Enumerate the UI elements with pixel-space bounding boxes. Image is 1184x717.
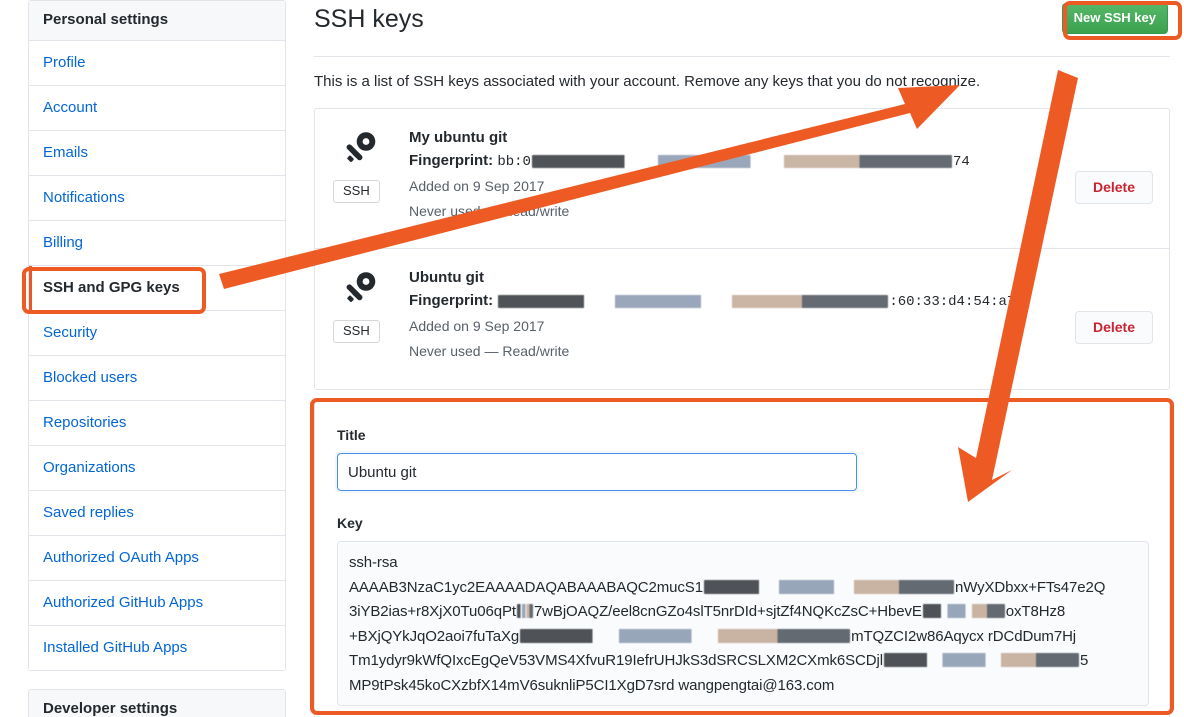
- key-line-redaction: [883, 653, 1079, 667]
- key-details: Ubuntu git Fingerprint: :60:33:d4:54:a7 …: [409, 265, 1043, 375]
- delete-button[interactable]: Delete: [1074, 171, 1153, 204]
- key-line: MP9tPsk45koCXzbfX14mV6suknliP5CI1XgD7srd…: [349, 674, 1137, 699]
- page-title: SSH keys: [314, 5, 424, 33]
- key-line-suffix: mTQZCI2w86Aqycx rDCdDum7Hj: [851, 627, 1077, 645]
- key-fingerprint: Fingerprint: :60:33:d4:54:a7: [409, 289, 1043, 314]
- ssh-key-list: SSH My ubuntu git Fingerprint: bb:0 74 Ad…: [314, 108, 1170, 390]
- key-line: AAAAB3NzaC1yc2EAAAADAQABAAABAQC2mucS1 nWy…: [349, 576, 1137, 601]
- sidebar-item-billing[interactable]: Billing: [29, 221, 285, 266]
- key-title: My ubuntu git: [409, 129, 508, 146]
- main-content: SSH keys New SSH key This is a list of S…: [314, 0, 1170, 717]
- page-header: SSH keys New SSH key: [314, 0, 1170, 57]
- key-badge-column: SSH: [333, 265, 409, 375]
- sidebar-header-developer: Developer settings: [29, 690, 285, 717]
- sidebar-item-label: Account: [43, 99, 98, 116]
- sidebar-item-emails[interactable]: Emails: [29, 131, 285, 176]
- key-badge-column: SSH: [333, 125, 409, 234]
- sidebar-item-authorized-github-apps[interactable]: Authorized GitHub Apps: [29, 581, 285, 626]
- ssh-badge: SSH: [333, 180, 380, 203]
- sidebar-item-label: Billing: [43, 234, 84, 251]
- sidebar-item-label: Saved replies: [43, 504, 134, 521]
- key-usage-status: Never used — Read/write: [409, 203, 570, 219]
- key-line: Tm1ydyr9kWfQIxcEgQeV53VMS4XfvuR19IefrUHJ…: [349, 649, 1137, 674]
- fingerprint-suffix: :60:33:d4:54:a7: [889, 294, 1016, 310]
- ssh-key-row: SSH Ubuntu git Fingerprint: :60:33:d4:54…: [315, 249, 1169, 389]
- key-line-mid: 7wBjOAQZ/eel8cnGZo4slT5nrDId+sjtZf4NQKcZ…: [533, 603, 922, 620]
- key-line-prefix: AAAAB3NzaC1yc2EAAAADAQABAAABAQC2mucS1: [349, 578, 703, 596]
- fingerprint-suffix: 74: [952, 154, 970, 170]
- ssh-badge: SSH: [333, 320, 380, 343]
- key-line-redaction: [703, 579, 954, 594]
- key-line-suffix: 5: [1079, 652, 1089, 669]
- page-description: This is a list of SSH keys associated wi…: [314, 73, 981, 90]
- fingerprint-redaction: [498, 294, 889, 308]
- personal-settings-card: Personal settings Profile Account Emails…: [28, 0, 286, 671]
- key-line-prefix: 3iYB2ias+r8XjX0Tu06qPt: [349, 603, 516, 620]
- sidebar-item-profile[interactable]: Profile: [29, 41, 285, 86]
- sidebar-item-label: Authorized GitHub Apps: [43, 594, 204, 611]
- sidebar-item-security[interactable]: Security: [29, 311, 285, 356]
- sidebar-item-authorized-oauth-apps[interactable]: Authorized OAuth Apps: [29, 536, 285, 581]
- sidebar-item-label: Installed GitHub Apps: [43, 639, 188, 656]
- key-line-redaction: [520, 628, 851, 643]
- delete-button[interactable]: Delete: [1074, 311, 1153, 344]
- fingerprint-label: Fingerprint:: [409, 292, 494, 309]
- key-line: +BXjQYkJqO2aoi7fuTaXg mTQZCI2w86Aqycx rDC…: [349, 625, 1137, 650]
- sidebar-item-organizations[interactable]: Organizations: [29, 446, 285, 491]
- new-ssh-key-button[interactable]: New SSH key: [1061, 3, 1168, 34]
- sidebar-item-label: Organizations: [43, 459, 136, 476]
- key-line-redaction: [922, 604, 1005, 618]
- key-line-suffix: oxT8Hz8: [1005, 603, 1066, 620]
- key-line-suffix: nWyXDbxx+FTs47e2Q: [954, 578, 1106, 596]
- new-ssh-key-form: Title Key ssh-rsa AAAAB3NzaC1yc2EAAAADAQ…: [314, 400, 1170, 717]
- key-line: 3iYB2ias+r8XjX0Tu06qPt 7wBjOAQZ/eel8cnGZo…: [349, 600, 1137, 625]
- sidebar-item-repositories[interactable]: Repositories: [29, 401, 285, 446]
- settings-sidebar: Personal settings Profile Account Emails…: [28, 0, 286, 717]
- sidebar-item-label: Notifications: [43, 189, 125, 206]
- sidebar-item-label: Authorized OAuth Apps: [43, 549, 199, 566]
- title-field-label: Title: [337, 427, 366, 443]
- sidebar-item-label: Emails: [43, 144, 89, 161]
- sidebar-item-blocked-users[interactable]: Blocked users: [29, 356, 285, 401]
- sidebar-item-account[interactable]: Account: [29, 86, 285, 131]
- key-added-date: Added on 9 Sep 2017: [409, 318, 545, 334]
- key-line-prefix: +BXjQYkJqO2aoi7fuTaXg: [349, 627, 520, 645]
- key-icon: [339, 129, 409, 174]
- sidebar-item-saved-replies[interactable]: Saved replies: [29, 491, 285, 536]
- key-textarea[interactable]: ssh-rsa AAAAB3NzaC1yc2EAAAADAQABAAABAQC2…: [337, 541, 1149, 706]
- sidebar-item-label: SSH and GPG keys: [43, 279, 180, 296]
- title-input[interactable]: [337, 453, 857, 491]
- key-actions: Delete: [1043, 265, 1153, 375]
- key-title: Ubuntu git: [409, 269, 484, 286]
- sidebar-item-label: Profile: [43, 54, 86, 71]
- key-usage-status: Never used — Read/write: [409, 343, 570, 359]
- sidebar-item-label: Repositories: [43, 414, 127, 431]
- fingerprint-redaction: [531, 154, 952, 168]
- fingerprint-label: Fingerprint:: [409, 152, 494, 169]
- ssh-key-row: SSH My ubuntu git Fingerprint: bb:0 74 Ad…: [315, 109, 1169, 249]
- key-fingerprint: Fingerprint: bb:0 74: [409, 149, 1043, 174]
- key-line-text: MP9tPsk45koCXzbfX14mV6suknliP5CI1XgD7srd…: [349, 676, 835, 694]
- sidebar-header-personal: Personal settings: [29, 1, 285, 41]
- key-added-date: Added on 9 Sep 2017: [409, 178, 545, 194]
- key-line-prefix: Tm1ydyr9kWfQIxcEgQeV53VMS4XfvuR19IefrUHJ…: [349, 652, 883, 669]
- developer-settings-card: Developer settings: [28, 689, 286, 717]
- key-line: ssh-rsa: [349, 551, 1137, 576]
- sidebar-item-notifications[interactable]: Notifications: [29, 176, 285, 221]
- fingerprint-prefix: bb:0: [497, 154, 531, 170]
- sidebar-item-ssh-and-gpg-keys[interactable]: SSH and GPG keys: [29, 266, 285, 311]
- sidebar-item-label: Blocked users: [43, 369, 138, 386]
- page-root: Personal settings Profile Account Emails…: [0, 0, 1184, 717]
- sidebar-item-label: Security: [43, 324, 98, 341]
- key-icon: [339, 269, 409, 314]
- key-details: My ubuntu git Fingerprint: bb:0 74 Added …: [409, 125, 1043, 234]
- key-line-redaction: [516, 604, 533, 618]
- key-field-label: Key: [337, 515, 363, 531]
- sidebar-item-installed-github-apps[interactable]: Installed GitHub Apps: [29, 626, 285, 670]
- key-actions: Delete: [1043, 125, 1153, 234]
- key-line-text: ssh-rsa: [349, 554, 398, 571]
